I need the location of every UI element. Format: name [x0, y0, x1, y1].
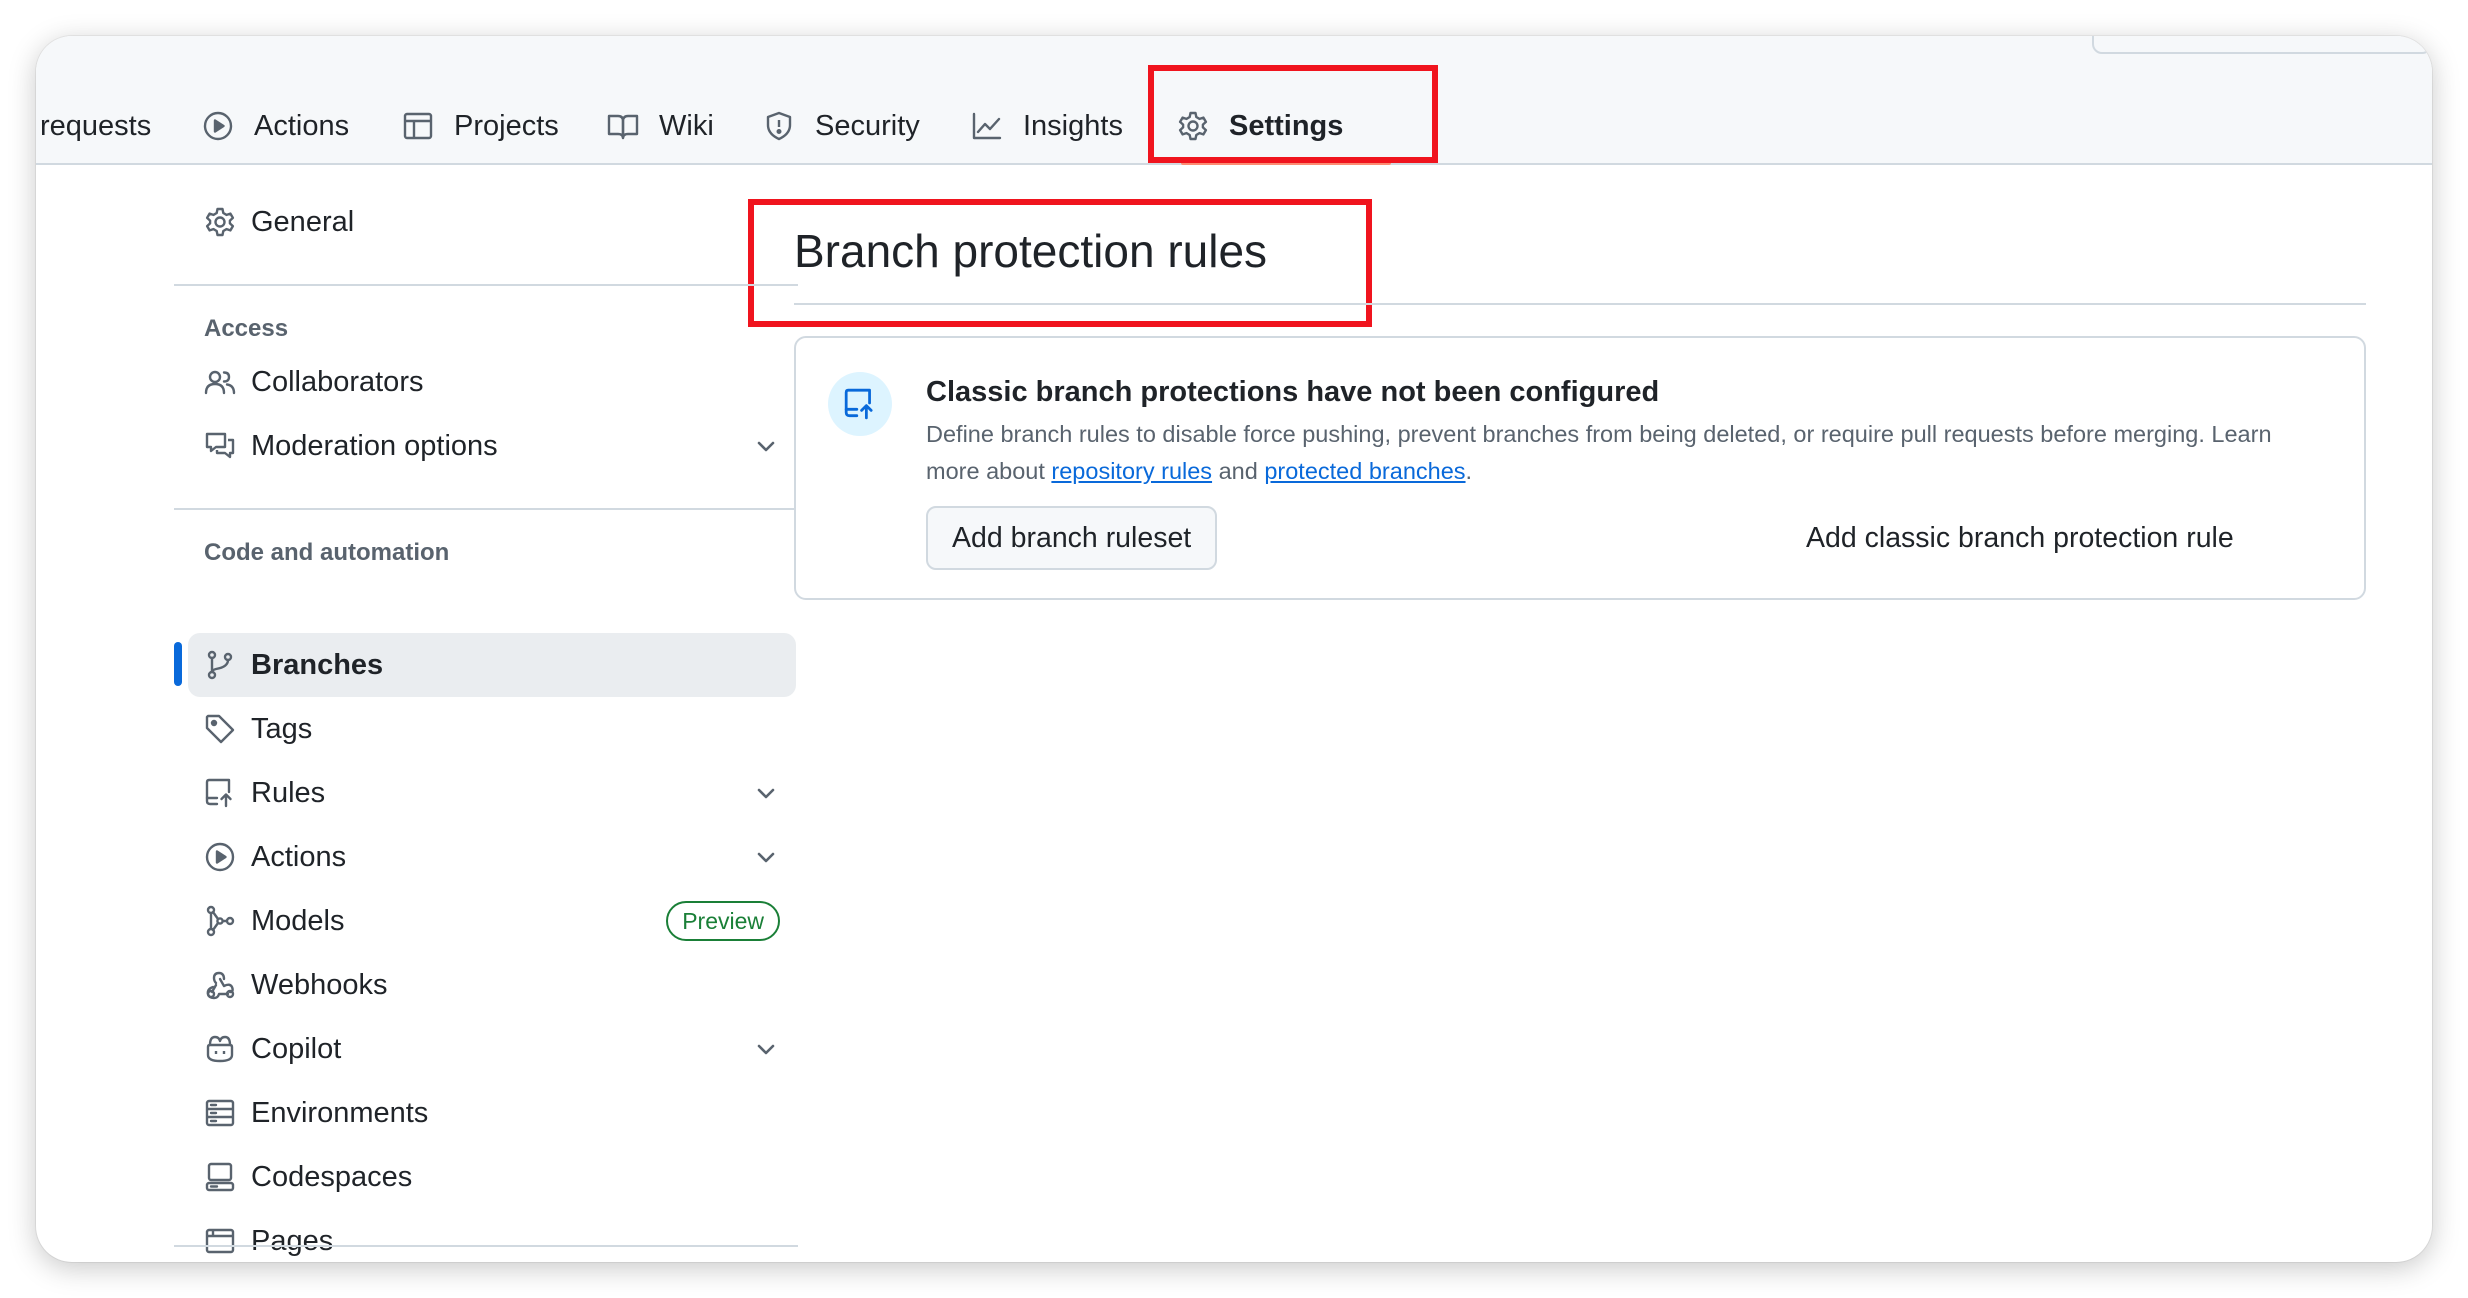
ai-model-icon: [206, 905, 235, 937]
tag-icon: [205, 714, 235, 744]
sidebar-item-label: Collaborators: [251, 365, 424, 398]
tab-security[interactable]: Security: [763, 96, 920, 156]
browser-icon: [205, 1228, 235, 1254]
sidebar-divider: [174, 284, 798, 286]
sidebar-item-actions[interactable]: Actions: [188, 825, 796, 889]
table-icon: [403, 112, 433, 140]
empty-state-card: Classic branch protections have not been…: [794, 336, 2366, 600]
repo-push-icon: [205, 778, 232, 808]
header-controls: [2092, 36, 2432, 54]
tab-projects[interactable]: Projects: [402, 96, 559, 156]
sidebar-divider: [174, 1245, 798, 1247]
add-branch-ruleset-button[interactable]: Add branch ruleset: [926, 506, 1218, 570]
sidebar-item-label: Models: [251, 904, 345, 937]
sidebar-item-rules[interactable]: Rules: [188, 761, 796, 825]
comment-discussion-icon: [205, 432, 235, 459]
sidebar-item-label: Webhooks: [251, 968, 388, 1001]
tab-label: Projects: [454, 109, 559, 142]
sidebar-item-label: Copilot: [251, 1032, 342, 1065]
active-tab-indicator: [1181, 161, 1391, 165]
card-icon-circle: [828, 372, 892, 436]
protected-branches-link[interactable]: protected branches: [1264, 458, 1465, 484]
chevron-down-icon[interactable]: [752, 1035, 780, 1063]
gear-icon: [205, 207, 235, 237]
title-divider: [794, 303, 2366, 305]
sidebar-item-codespaces[interactable]: Codespaces: [188, 1145, 796, 1209]
git-branch-icon: [207, 650, 233, 680]
desc-text: and: [1212, 458, 1265, 484]
sidebar-item-collaborators[interactable]: Collaborators: [188, 350, 796, 414]
shield-icon: [766, 111, 792, 141]
chevron-down-icon[interactable]: [752, 843, 780, 871]
sidebar-item-label: Pages: [251, 1224, 334, 1257]
sidebar-item-webhooks[interactable]: Webhooks: [188, 953, 796, 1017]
repository-rules-link[interactable]: repository rules: [1051, 458, 1212, 484]
sidebar-item-general[interactable]: General: [188, 190, 796, 254]
tab-settings[interactable]: Settings: [1177, 96, 1343, 156]
tab-label: Security: [815, 109, 920, 142]
selected-item-indicator: [174, 642, 182, 686]
chevron-down-icon[interactable]: [752, 432, 780, 460]
tab-label: Settings: [1229, 109, 1344, 142]
tab-label: Wiki: [659, 109, 714, 142]
sidebar-item-label: Rules: [251, 776, 326, 809]
sidebar-item-label: General: [251, 205, 355, 238]
add-classic-branch-protection-rule-button[interactable]: Add classic branch protection rule: [1806, 506, 2234, 570]
section-heading-code-and-automation: Code and automation: [204, 539, 450, 566]
repo-tab-bar: requests Actions Projects Wiki Security: [36, 36, 2432, 165]
sidebar-item-moderation-options[interactable]: Moderation options: [188, 414, 796, 478]
graph-icon: [972, 112, 1002, 140]
sidebar-item-label: Actions: [251, 840, 347, 873]
preview-badge: Preview: [666, 901, 780, 941]
sidebar-item-label: Branches: [251, 648, 384, 681]
tab-label: Actions: [254, 109, 350, 142]
sidebar-item-label: Codespaces: [251, 1160, 413, 1193]
section-heading-access: Access: [204, 315, 289, 342]
sidebar-item-environments[interactable]: Environments: [188, 1081, 796, 1145]
sidebar-item-pages[interactable]: Pages: [188, 1209, 796, 1262]
play-icon: [203, 111, 233, 141]
empty-state-description: Define branch rules to disable force pus…: [926, 416, 2326, 490]
book-icon: [607, 114, 639, 140]
tab-pull-requests[interactable]: requests: [40, 96, 151, 156]
sidebar-item-label: Tags: [251, 712, 313, 745]
repo-push-icon: [844, 388, 873, 420]
sidebar-item-branches[interactable]: Branches: [188, 633, 796, 697]
sidebar-item-label: Environments: [251, 1096, 429, 1129]
tab-label: Insights: [1023, 109, 1123, 142]
chevron-down-icon[interactable]: [752, 779, 780, 807]
sidebar-item-models[interactable]: Models Preview: [188, 889, 796, 953]
tab-label: requests: [40, 109, 152, 142]
settings-sidebar: General Access Collaborators Moderation …: [136, 165, 798, 1262]
gear-icon: [1178, 111, 1208, 141]
tab-wiki[interactable]: Wiki: [607, 96, 714, 156]
copilot-icon: [206, 1035, 234, 1063]
people-icon: [204, 370, 236, 395]
tab-insights[interactable]: Insights: [971, 96, 1123, 156]
sidebar-divider: [174, 508, 798, 510]
server-icon: [205, 1099, 235, 1127]
desc-text: .: [1465, 458, 1473, 484]
codespaces-icon: [205, 1162, 235, 1192]
sidebar-item-tags[interactable]: Tags: [188, 697, 796, 761]
browser-window: requests Actions Projects Wiki Security: [36, 36, 2432, 1262]
webhook-icon: [206, 971, 235, 1000]
play-icon: [205, 842, 235, 872]
sidebar-item-label: Moderation options: [251, 429, 498, 462]
sidebar-item-copilot[interactable]: Copilot: [188, 1017, 796, 1081]
page-title: Branch protection rules: [794, 225, 1268, 277]
empty-state-title: Classic branch protections have not been…: [926, 376, 1660, 408]
tab-actions[interactable]: Actions: [202, 96, 349, 156]
